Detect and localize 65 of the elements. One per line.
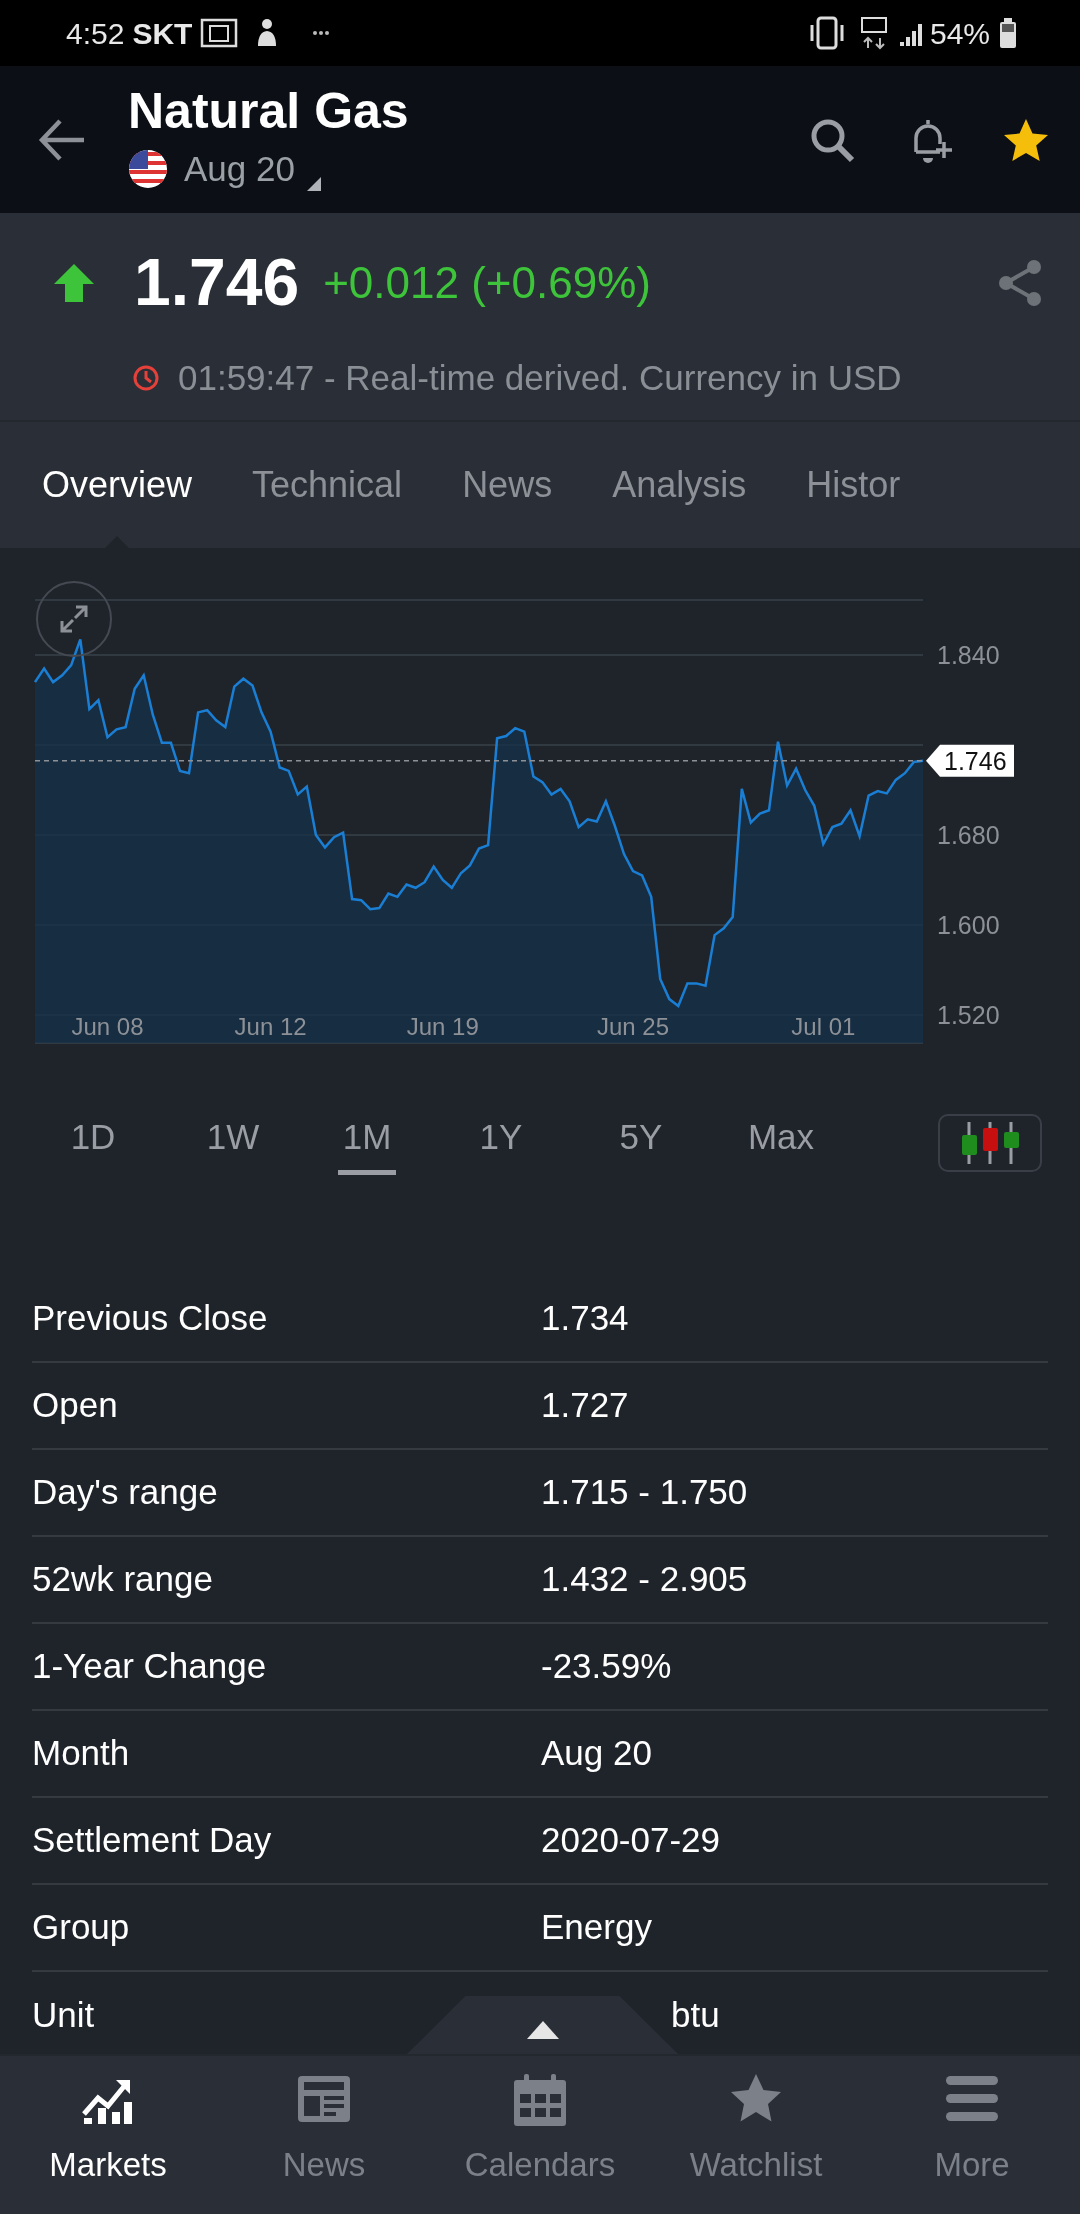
- stat-value: 1.734: [541, 1297, 629, 1340]
- section-tab[interactable]: Analysis: [612, 458, 747, 512]
- stat-label: Day's range: [32, 1471, 219, 1514]
- status-time: 4:52: [66, 15, 125, 52]
- price-tick-label: 1.840: [937, 641, 1000, 670]
- section-tab[interactable]: Overview: [42, 458, 193, 512]
- caret-icon: [306, 177, 321, 192]
- stat-value: 2020-07-29: [541, 1819, 721, 1862]
- share-button[interactable]: [998, 258, 1044, 307]
- price-tick-label: 1.520: [937, 1000, 1000, 1029]
- candlestick-icon: [959, 1120, 1021, 1166]
- stat-label: Settlement Day: [32, 1819, 273, 1862]
- lte-icon: [859, 16, 888, 50]
- date-label: Jun 12: [234, 1013, 307, 1040]
- date-label: Jun 08: [71, 1013, 144, 1040]
- stat-value: -23.59%: [541, 1645, 672, 1688]
- price-tick-label: 1.680: [937, 821, 1000, 849]
- stat-label: Previous Close: [32, 1297, 269, 1340]
- carrier-name: SKT: [132, 15, 193, 52]
- nav-tab[interactable]: Calendars: [432, 2056, 648, 2214]
- flag-icon: [128, 149, 168, 189]
- last-price: 1.746: [134, 244, 300, 321]
- section-tab[interactable]: Technical: [252, 458, 403, 512]
- instrument-title: Natural Gas: [128, 83, 409, 139]
- stat-value: 1.727: [541, 1384, 629, 1427]
- section-tab[interactable]: Histor: [806, 458, 901, 512]
- period-tab[interactable]: Max: [746, 1111, 816, 1175]
- expand-button[interactable]: [36, 581, 112, 657]
- stat-label: 1-Year Change: [32, 1645, 268, 1688]
- nav-tab[interactable]: Markets: [0, 2056, 216, 2214]
- up-triangle-icon: [526, 2019, 559, 2039]
- period-tab[interactable]: 5Y: [606, 1111, 676, 1175]
- period-tab[interactable]: 1M: [338, 1111, 396, 1175]
- clock-icon: [132, 364, 160, 393]
- stat-label: Month: [32, 1732, 131, 1775]
- period-tab[interactable]: 1W: [198, 1111, 268, 1175]
- nav-tab[interactable]: More: [864, 2056, 1080, 2214]
- stat-label: Unit: [32, 1994, 96, 2037]
- stat-value: 1.432 - 2.905: [541, 1558, 748, 1601]
- stat-value: Energy: [541, 1906, 652, 1949]
- price-tick-label: 1.600: [937, 910, 1000, 939]
- date-label: Jul 01: [791, 1013, 856, 1040]
- timestamp-text: 01:59:47 - Real-time derived. Currency in USD: [178, 357, 902, 399]
- date-label: Jun 25: [597, 1013, 670, 1040]
- battery-icon: [998, 17, 1018, 49]
- nav-tab[interactable]: News: [216, 2056, 432, 2214]
- nav-tab[interactable]: Watchlist: [648, 2056, 864, 2214]
- battery-level: 54%: [929, 15, 990, 52]
- calendar-icon: [512, 2072, 568, 2128]
- section-tab[interactable]: News: [462, 458, 553, 512]
- stat-label: 52wk range: [32, 1558, 214, 1601]
- stat-value: btu: [671, 1994, 720, 2037]
- contract-dropdown[interactable]: Aug 20: [184, 142, 321, 196]
- stat-label: Group: [32, 1906, 131, 1949]
- ref-line-label: 1.746: [944, 746, 1007, 775]
- price-change: +0.012 (+0.69%): [323, 256, 651, 309]
- period-tab[interactable]: 1Y: [466, 1111, 536, 1175]
- stat-label: Open: [32, 1384, 119, 1427]
- last-price-marker: 1.746: [926, 744, 1014, 777]
- period-tab[interactable]: 1D: [58, 1111, 128, 1175]
- stat-value: 1.715 - 1.750: [541, 1471, 748, 1514]
- stat-value: Aug 20: [541, 1732, 652, 1775]
- date-label: Jun 19: [406, 1013, 479, 1040]
- notification-icon: [200, 18, 239, 48]
- chart-type-button[interactable]: [938, 1114, 1042, 1172]
